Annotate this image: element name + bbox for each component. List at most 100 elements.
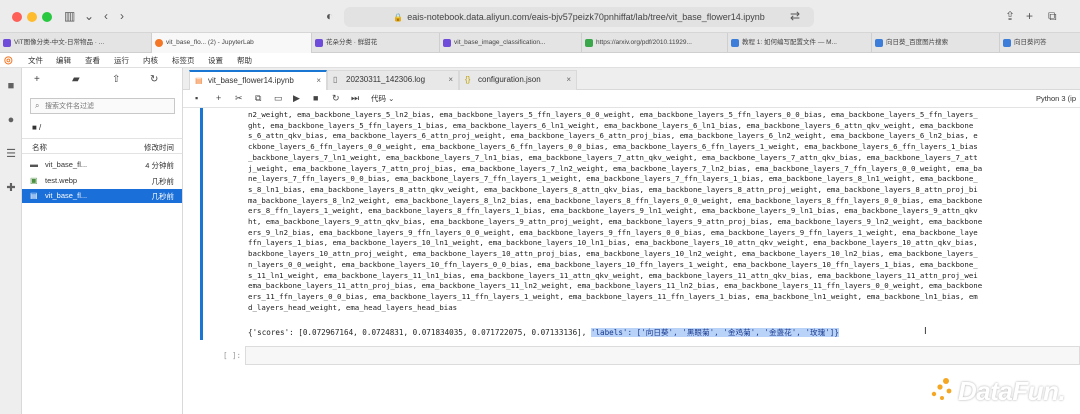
- kernel-status[interactable]: Python 3 (ip: [1036, 94, 1076, 103]
- close-window-button[interactable]: [12, 12, 22, 22]
- forward-icon[interactable]: ›: [120, 9, 124, 23]
- menu-run[interactable]: 运行: [114, 55, 129, 66]
- folder-icon: ▬: [30, 160, 38, 169]
- file-row-selected[interactable]: ▤ vit_base_fl... 几秒前: [22, 189, 182, 203]
- fast-forward-icon[interactable]: ⏭: [351, 93, 359, 104]
- browser-tab[interactable]: 向日葵问答: [1000, 33, 1080, 53]
- menu-kernel[interactable]: 内核: [143, 55, 158, 66]
- favicon-icon: [731, 39, 739, 47]
- translate-icon[interactable]: ⇄: [790, 9, 800, 23]
- upload-icon[interactable]: ⇧: [112, 74, 120, 85]
- browser-tab-bar: ViT图像分类-中文-日常物品 · ... vit_base_flo... (2…: [0, 33, 1080, 53]
- output-line: s_11_ln1_weight, ema_backbone_layers_11_…: [248, 270, 978, 280]
- browser-tab[interactable]: ViT图像分类-中文-日常物品 · ...: [0, 33, 152, 53]
- browser-titlebar: ▥ ⌄ ‹ › ◐ 🔒 eais-notebook.data.aliyun.com…: [0, 0, 1080, 33]
- file-name: test.webp: [45, 176, 78, 185]
- output-line: ne_layers_7_ffn_layers_0_0_bias, ema_bac…: [248, 174, 978, 184]
- empty-code-cell[interactable]: [245, 346, 1080, 365]
- menu-edit[interactable]: 编辑: [56, 55, 71, 66]
- output-line: ers_8_ffn_layers_1_weight, ema_backbone_…: [248, 206, 978, 216]
- insert-cell-icon[interactable]: +: [216, 93, 221, 104]
- paste-icon[interactable]: ▭: [274, 93, 283, 104]
- cell-type-select[interactable]: 代码 ⌄: [371, 93, 394, 104]
- file-search-input[interactable]: [45, 100, 171, 112]
- file-modified: 4 分钟前: [145, 161, 174, 170]
- output-line: d_layers_head_weight, ema_head_layers_he…: [248, 302, 458, 312]
- output-line: ffn_layers_1_bias, ema_backbone_layers_1…: [248, 238, 978, 248]
- tab-overview-icon[interactable]: ⧉: [1048, 9, 1057, 24]
- menu-view[interactable]: 查看: [85, 55, 100, 66]
- file-modified: 几秒前: [151, 177, 175, 186]
- copy-icon[interactable]: ⧉: [255, 93, 261, 104]
- shield-icon[interactable]: ◐: [326, 9, 333, 23]
- chevron-down-icon: ⌄: [388, 94, 395, 103]
- browser-tab[interactable]: vit_base_image_classification...: [440, 33, 582, 53]
- result-scores: {'scores': [0.072967164, 0.0724831, 0.07…: [248, 328, 591, 337]
- chevron-down-icon[interactable]: ⌄: [84, 9, 94, 23]
- browser-tab[interactable]: 花朵分类 · 鲜甜花: [312, 33, 440, 53]
- browser-tab-label: 花朵分类 · 鲜甜花: [326, 39, 378, 46]
- file-search-box[interactable]: ⌕: [30, 98, 175, 114]
- new-launcher-icon[interactable]: +: [34, 74, 40, 85]
- tab-label: vit_base_flower14.ipynb: [208, 76, 294, 85]
- tab-log[interactable]: ▯ 20230311_142306.log ×: [327, 70, 459, 90]
- notebook-panel: n2_weight, ema_backbone_layers_5_ln2_bia…: [183, 108, 1080, 414]
- minimize-window-button[interactable]: [27, 12, 37, 22]
- notebook-icon: ▤: [30, 191, 38, 200]
- extension-icon[interactable]: ✚: [5, 182, 17, 194]
- file-modified: 几秒前: [151, 192, 175, 201]
- commands-icon[interactable]: ☰: [5, 148, 17, 160]
- menu-help[interactable]: 帮助: [237, 55, 252, 66]
- browser-tab-active[interactable]: vit_base_flo... (2) - JupyterLab: [152, 33, 312, 53]
- refresh-icon[interactable]: ↻: [150, 74, 158, 85]
- browser-tab-label: 向日葵问答: [1014, 39, 1047, 46]
- output-line: ht, ema_backbone_layers_9_attn_qkv_bias,…: [248, 217, 983, 227]
- new-tab-icon[interactable]: +: [1026, 9, 1033, 23]
- column-modified-header[interactable]: 修改时间: [144, 142, 174, 153]
- close-icon[interactable]: ×: [566, 71, 571, 89]
- output-line: s_6_attn_qkv_bias, ema_backbone_layers_6…: [248, 131, 978, 141]
- stop-icon[interactable]: ■: [313, 93, 318, 104]
- menu-tabs[interactable]: 标签页: [172, 55, 195, 66]
- document-tab-bar: ▤ vit_base_flower14.ipynb × ▯ 20230311_1…: [183, 68, 1080, 90]
- browser-tab-label: vit_base_flo... (2) - JupyterLab: [166, 39, 254, 46]
- json-icon: {}: [465, 75, 471, 84]
- jupyter-favicon-icon: [155, 39, 163, 47]
- output-line: ma_backbone_layers_8_ln2_weight, ema_bac…: [248, 195, 983, 205]
- menu-file[interactable]: 文件: [28, 55, 43, 66]
- output-line: ckbone_layers_6_ffn_layers_0_0_weight, e…: [248, 142, 978, 152]
- output-line: ema_backbone_layers_11_attn_proj_bias, e…: [248, 281, 983, 291]
- share-icon[interactable]: ⇪: [1005, 9, 1015, 23]
- output-line: ers_11_ffn_layers_0_0_bias, ema_backbone…: [248, 291, 978, 301]
- url-text: eais-notebook.data.aliyun.com/eais-bjv57…: [407, 12, 765, 22]
- output-line: backbone_layers_10_attn_proj_weight, ema…: [248, 249, 978, 259]
- close-icon[interactable]: ×: [316, 72, 321, 90]
- address-bar[interactable]: 🔒 eais-notebook.data.aliyun.com/eais-bjv5…: [344, 7, 814, 27]
- text-cursor-icon: I: [924, 326, 927, 337]
- favicon-icon: [315, 39, 323, 47]
- run-icon[interactable]: ▶: [293, 93, 300, 104]
- cut-icon[interactable]: ✂: [235, 93, 243, 104]
- back-icon[interactable]: ‹: [104, 9, 108, 23]
- browser-tab[interactable]: 向日葵_百度图片搜索: [872, 33, 1000, 53]
- file-row[interactable]: ▬ vit_base_fl... 4 分钟前: [22, 158, 182, 172]
- save-icon[interactable]: ▪: [195, 93, 198, 104]
- sidebar-toggle-icon[interactable]: ▥: [64, 9, 75, 23]
- column-name-header[interactable]: 名称: [32, 142, 47, 153]
- tab-json[interactable]: {} configuration.json ×: [459, 70, 577, 90]
- menu-settings[interactable]: 设置: [208, 55, 223, 66]
- browser-tab[interactable]: https://arxiv.org/pdf/2010.11929...: [582, 33, 728, 53]
- new-folder-icon[interactable]: ▰: [72, 74, 80, 85]
- tab-notebook[interactable]: ▤ vit_base_flower14.ipynb ×: [189, 70, 327, 90]
- folder-icon[interactable]: ■: [5, 80, 17, 92]
- file-icon: ▯: [333, 75, 338, 84]
- maximize-window-button[interactable]: [42, 12, 52, 22]
- running-icon[interactable]: ●: [5, 114, 17, 126]
- favicon-icon: [443, 39, 451, 47]
- close-icon[interactable]: ×: [448, 71, 453, 89]
- browser-tab[interactable]: 教程 1: 如何编写配置文件 — M...: [728, 33, 872, 53]
- browser-tab-label: https://arxiv.org/pdf/2010.11929...: [596, 39, 692, 46]
- file-row[interactable]: ▣ test.webp 几秒前: [22, 174, 182, 188]
- restart-icon[interactable]: ↻: [332, 93, 340, 104]
- breadcrumb[interactable]: ■ /: [32, 123, 41, 132]
